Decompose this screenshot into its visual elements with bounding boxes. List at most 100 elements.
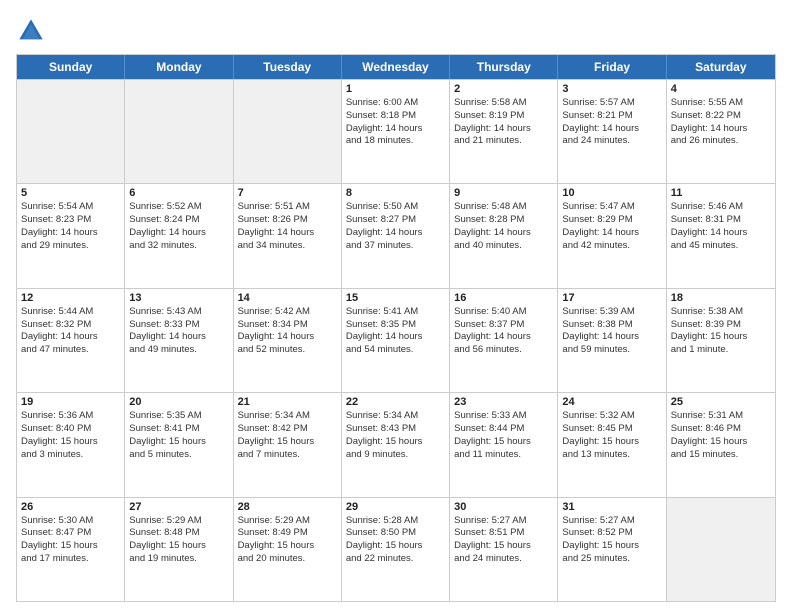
day-info: Sunrise: 5:46 AM (671, 201, 771, 214)
day-number: 26 (21, 501, 120, 513)
day-info: Sunset: 8:45 PM (562, 423, 661, 436)
day-number: 20 (129, 396, 228, 408)
day-number: 24 (562, 396, 661, 408)
day-info: Sunset: 8:24 PM (129, 214, 228, 227)
day-number: 14 (238, 292, 337, 304)
day-info: and 52 minutes. (238, 344, 337, 357)
day-number: 6 (129, 187, 228, 199)
cal-cell: 19Sunrise: 5:36 AMSunset: 8:40 PMDayligh… (17, 393, 125, 496)
day-info: Sunset: 8:32 PM (21, 319, 120, 332)
cal-cell: 21Sunrise: 5:34 AMSunset: 8:42 PMDayligh… (234, 393, 342, 496)
day-number: 31 (562, 501, 661, 513)
day-info: Daylight: 14 hours (454, 331, 553, 344)
day-info: Sunset: 8:28 PM (454, 214, 553, 227)
day-info: and 49 minutes. (129, 344, 228, 357)
day-info: Sunrise: 5:48 AM (454, 201, 553, 214)
day-info: Sunrise: 5:57 AM (562, 97, 661, 110)
cal-cell: 4Sunrise: 5:55 AMSunset: 8:22 PMDaylight… (667, 80, 775, 183)
day-header-saturday: Saturday (667, 55, 775, 79)
day-number: 27 (129, 501, 228, 513)
week-row-3: 19Sunrise: 5:36 AMSunset: 8:40 PMDayligh… (17, 392, 775, 496)
cal-cell (17, 80, 125, 183)
day-number: 11 (671, 187, 771, 199)
week-row-0: 1Sunrise: 6:00 AMSunset: 8:18 PMDaylight… (17, 79, 775, 183)
day-number: 4 (671, 83, 771, 95)
cal-cell: 15Sunrise: 5:41 AMSunset: 8:35 PMDayligh… (342, 289, 450, 392)
day-info: and 42 minutes. (562, 240, 661, 253)
day-info: Sunset: 8:43 PM (346, 423, 445, 436)
day-info: Daylight: 14 hours (346, 123, 445, 136)
day-info: Sunrise: 5:54 AM (21, 201, 120, 214)
day-info: Daylight: 15 hours (454, 540, 553, 553)
day-info: Sunrise: 5:35 AM (129, 410, 228, 423)
day-info: Sunset: 8:21 PM (562, 110, 661, 123)
day-number: 5 (21, 187, 120, 199)
day-info: Sunset: 8:37 PM (454, 319, 553, 332)
day-number: 2 (454, 83, 553, 95)
day-header-friday: Friday (558, 55, 666, 79)
day-info: Sunset: 8:34 PM (238, 319, 337, 332)
day-info: Daylight: 14 hours (238, 331, 337, 344)
day-info: Sunrise: 5:58 AM (454, 97, 553, 110)
day-info: and 21 minutes. (454, 135, 553, 148)
day-info: and 37 minutes. (346, 240, 445, 253)
day-info: Sunset: 8:38 PM (562, 319, 661, 332)
day-info: and 56 minutes. (454, 344, 553, 357)
day-number: 18 (671, 292, 771, 304)
day-info: Sunrise: 5:28 AM (346, 515, 445, 528)
day-info: Daylight: 14 hours (454, 123, 553, 136)
week-row-4: 26Sunrise: 5:30 AMSunset: 8:47 PMDayligh… (17, 497, 775, 601)
day-info: Daylight: 15 hours (346, 436, 445, 449)
day-info: Sunset: 8:48 PM (129, 527, 228, 540)
day-header-sunday: Sunday (17, 55, 125, 79)
day-info: Daylight: 15 hours (21, 436, 120, 449)
day-number: 29 (346, 501, 445, 513)
day-number: 15 (346, 292, 445, 304)
day-info: Sunrise: 5:27 AM (454, 515, 553, 528)
day-number: 23 (454, 396, 553, 408)
calendar-header: SundayMondayTuesdayWednesdayThursdayFrid… (17, 55, 775, 79)
day-info: Sunset: 8:41 PM (129, 423, 228, 436)
cal-cell: 28Sunrise: 5:29 AMSunset: 8:49 PMDayligh… (234, 498, 342, 601)
day-info: Daylight: 14 hours (21, 331, 120, 344)
day-info: Sunset: 8:49 PM (238, 527, 337, 540)
day-number: 22 (346, 396, 445, 408)
day-info: Daylight: 14 hours (21, 227, 120, 240)
day-info: and 40 minutes. (454, 240, 553, 253)
day-info: Daylight: 15 hours (238, 436, 337, 449)
day-number: 28 (238, 501, 337, 513)
day-info: Daylight: 15 hours (454, 436, 553, 449)
day-info: Sunrise: 5:40 AM (454, 306, 553, 319)
cal-cell (667, 498, 775, 601)
day-number: 1 (346, 83, 445, 95)
cal-cell: 29Sunrise: 5:28 AMSunset: 8:50 PMDayligh… (342, 498, 450, 601)
cal-cell: 10Sunrise: 5:47 AMSunset: 8:29 PMDayligh… (558, 184, 666, 287)
cal-cell: 24Sunrise: 5:32 AMSunset: 8:45 PMDayligh… (558, 393, 666, 496)
day-info: and 32 minutes. (129, 240, 228, 253)
day-info: Daylight: 15 hours (562, 436, 661, 449)
day-info: Daylight: 14 hours (671, 227, 771, 240)
day-info: Daylight: 14 hours (671, 123, 771, 136)
day-info: Sunset: 8:44 PM (454, 423, 553, 436)
day-header-tuesday: Tuesday (234, 55, 342, 79)
day-info: and 9 minutes. (346, 449, 445, 462)
day-info: Sunrise: 5:44 AM (21, 306, 120, 319)
cal-cell (125, 80, 233, 183)
day-info: and 24 minutes. (562, 135, 661, 148)
day-info: and 34 minutes. (238, 240, 337, 253)
day-header-wednesday: Wednesday (342, 55, 450, 79)
day-number: 3 (562, 83, 661, 95)
day-info: and 22 minutes. (346, 553, 445, 566)
day-info: Sunset: 8:50 PM (346, 527, 445, 540)
cal-cell: 2Sunrise: 5:58 AMSunset: 8:19 PMDaylight… (450, 80, 558, 183)
cal-cell: 30Sunrise: 5:27 AMSunset: 8:51 PMDayligh… (450, 498, 558, 601)
day-info: and 18 minutes. (346, 135, 445, 148)
day-info: Sunrise: 5:55 AM (671, 97, 771, 110)
day-info: Daylight: 14 hours (454, 227, 553, 240)
day-number: 21 (238, 396, 337, 408)
day-header-thursday: Thursday (450, 55, 558, 79)
day-info: and 20 minutes. (238, 553, 337, 566)
day-info: Daylight: 15 hours (671, 331, 771, 344)
day-info: Daylight: 15 hours (129, 540, 228, 553)
day-info: Daylight: 14 hours (346, 227, 445, 240)
